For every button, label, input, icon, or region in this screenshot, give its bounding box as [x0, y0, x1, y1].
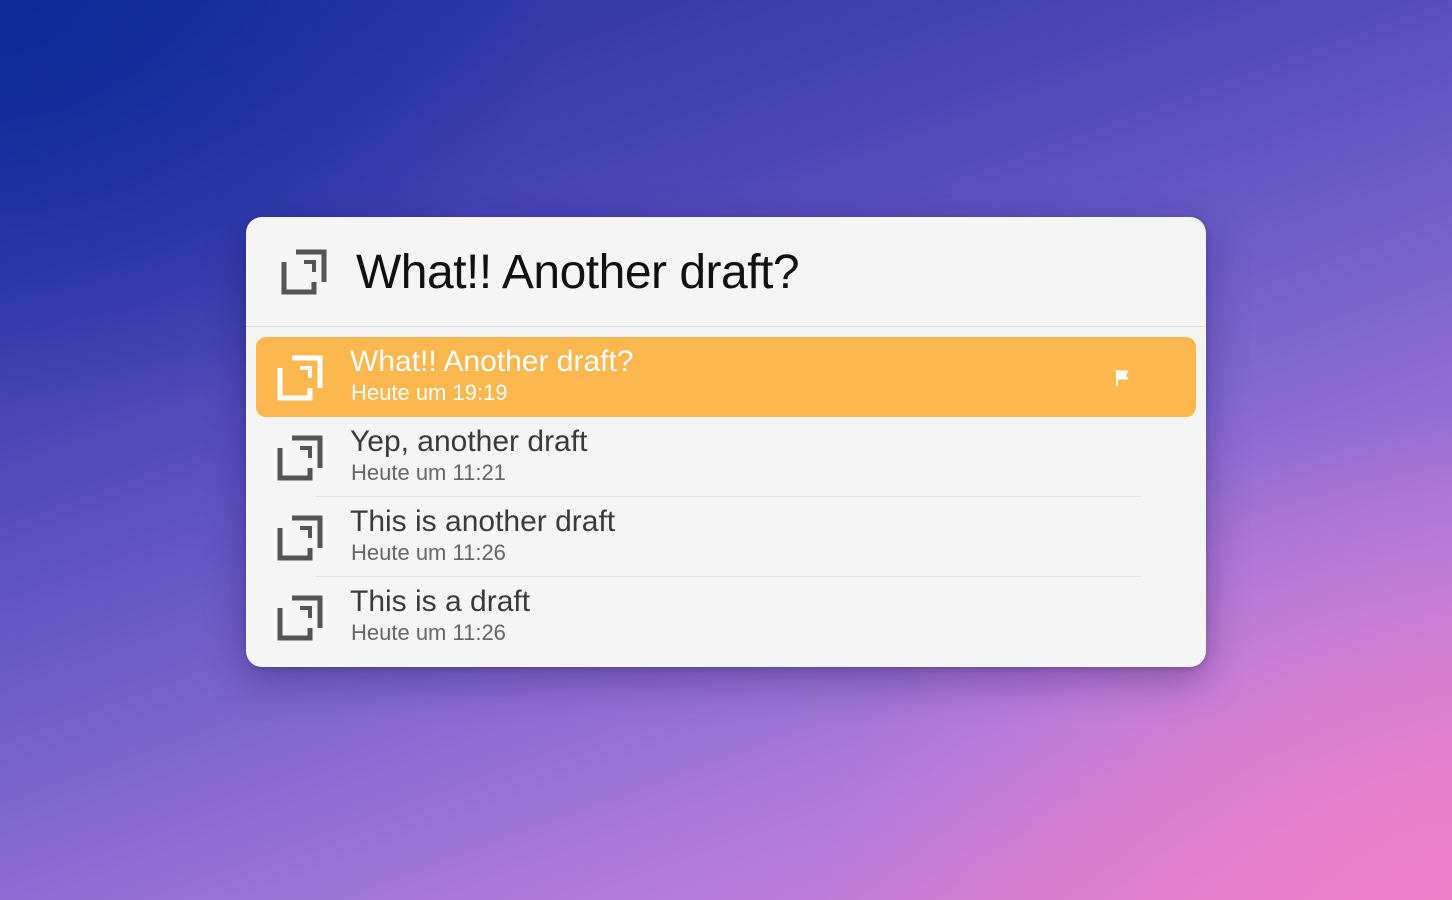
search-input[interactable] — [356, 239, 1156, 305]
results-list: What!! Another draft? Heute um 19:19 Yep… — [256, 337, 1196, 657]
result-title: Yep, another draft — [350, 425, 588, 458]
search-bar — [246, 217, 1206, 327]
desktop-background: { "search": { "query": "What!! Another d… — [0, 0, 1452, 900]
result-title: This is a draft — [350, 585, 531, 618]
result-item[interactable]: Yep, another draft Heute um 11:21 — [256, 417, 1196, 497]
quick-search-panel: What!! Another draft? Heute um 19:19 Yep… — [246, 217, 1206, 667]
result-item[interactable]: This is another draft Heute um 11:26 — [256, 497, 1196, 577]
draft-document-icon — [280, 248, 328, 296]
result-timestamp: Heute um 11:26 — [351, 540, 506, 565]
result-timestamp: Heute um 19:19 — [351, 380, 508, 405]
result-title: What!! Another draft? — [350, 345, 634, 378]
result-item-selected[interactable]: What!! Another draft? Heute um 19:19 — [256, 337, 1196, 417]
result-timestamp: Heute um 11:21 — [351, 460, 506, 485]
draft-document-icon — [276, 354, 324, 402]
result-item[interactable]: This is a draft Heute um 11:26 — [256, 577, 1196, 657]
draft-document-icon — [276, 514, 324, 562]
draft-document-icon — [276, 434, 324, 482]
draft-document-icon — [276, 594, 324, 642]
flag-icon — [1114, 369, 1132, 387]
result-title: This is another draft — [350, 505, 616, 538]
result-timestamp: Heute um 11:26 — [351, 620, 506, 645]
